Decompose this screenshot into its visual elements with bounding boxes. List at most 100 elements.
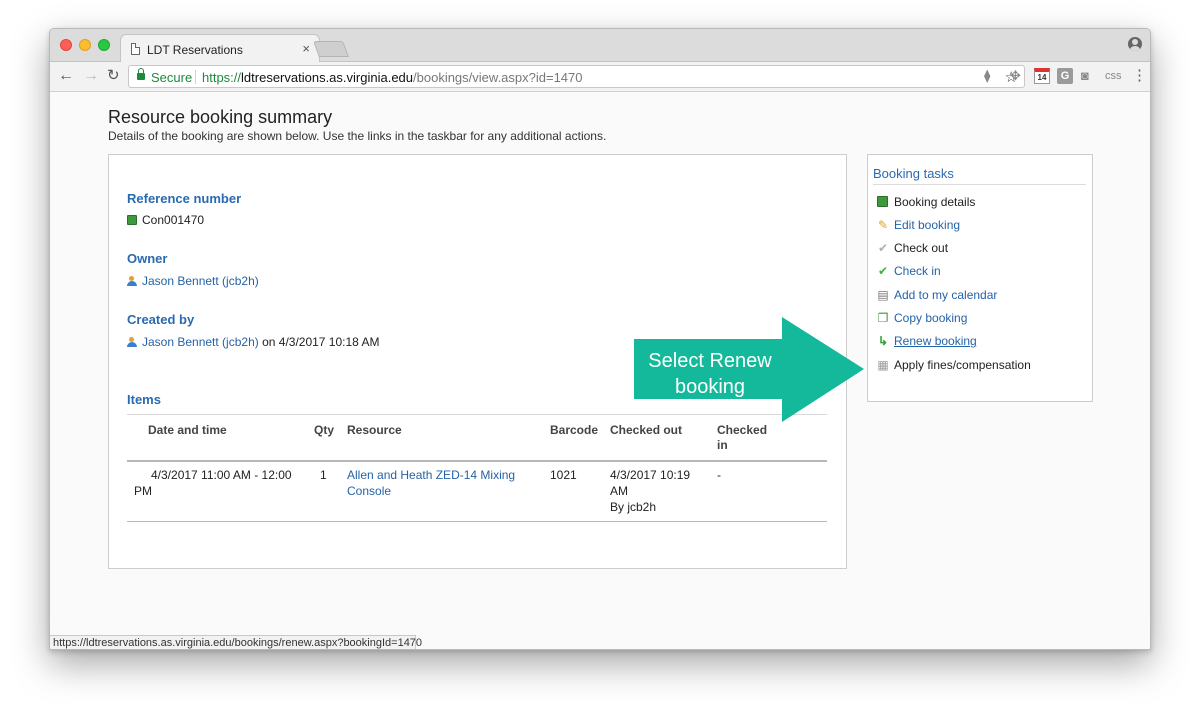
zoom-window-button[interactable]	[98, 39, 110, 51]
omnibox-separator	[195, 70, 196, 84]
page-icon	[131, 43, 140, 55]
task-label: Apply fines/compensation	[894, 358, 1031, 372]
task-label: Renew booking	[894, 334, 977, 348]
task-label: Edit booking	[894, 218, 961, 232]
cell-checked-in: -	[717, 468, 721, 482]
status-bar-url: https://ldtreservations.as.virginia.edu/…	[50, 635, 422, 649]
page-content: Resource booking summary Details of the …	[50, 92, 1150, 634]
cell-resource-line2: Console	[347, 484, 392, 498]
task-copy-booking[interactable]: ❐ Copy booking	[876, 309, 968, 327]
lock-icon	[137, 68, 145, 80]
callout-line2: booking	[674, 376, 746, 398]
task-booking-details: Booking details	[876, 193, 975, 211]
col-header-barcode: Barcode	[550, 423, 599, 437]
check-grey-icon: ✔	[877, 241, 889, 255]
cell-checked-out-line1: 4/3/2017 10:19	[610, 468, 691, 482]
css-extension-icon[interactable]: css	[1105, 68, 1122, 84]
task-label: Check in	[894, 264, 941, 278]
browser-toolbar: ← → ↻ Secure https://ldtreservations.as.…	[50, 62, 1150, 92]
browser-window: LDT Reservations × ← → ↻ Secure https://…	[49, 28, 1151, 650]
reference-value: Con001470	[127, 213, 204, 227]
booking-icon	[127, 215, 137, 225]
items-label: Items	[127, 392, 161, 407]
task-label: Check out	[894, 241, 949, 255]
close-window-button[interactable]	[60, 39, 72, 51]
address-bar[interactable]: Secure https://ldtreservations.as.virgin…	[128, 65, 1025, 88]
col-header-datetime: Date and time	[148, 423, 227, 437]
page-title: Resource booking summary	[108, 107, 333, 127]
user-icon	[127, 337, 137, 347]
reload-icon[interactable]: ↻	[107, 67, 120, 85]
callout-line1: Select Renew	[648, 350, 772, 372]
browser-tab[interactable]: LDT Reservations ×	[120, 34, 320, 63]
renew-callout-arrow: Select Renew booking	[634, 317, 868, 422]
url-path: /bookings/view.aspx?id=1470	[413, 70, 583, 85]
callout-text: Select Renew booking	[634, 348, 786, 400]
url-scheme: https://	[202, 70, 242, 85]
renew-icon: ↳	[877, 334, 889, 348]
col-header-checked-in: Checked in	[717, 423, 767, 453]
created-by-value: Jason Bennett (jcb2h) on 4/3/2017 10:18 …	[127, 335, 380, 349]
cell-resource-link[interactable]: Allen and Heath ZED-14 Mixing Console	[347, 467, 515, 499]
task-check-out: ✔ Check out	[876, 239, 948, 257]
new-tab-button[interactable]	[313, 41, 349, 57]
dropbox-icon[interactable]: ⧫	[984, 68, 990, 84]
cell-datetime-line1: 4/3/2017 11:00 AM - 12:00	[151, 468, 292, 482]
url-text[interactable]: https://ldtreservations.as.virginia.edu/…	[202, 70, 583, 85]
task-label: Add to my calendar	[894, 288, 998, 302]
url-host: ldtreservations.as.virginia.edu	[241, 70, 414, 85]
tab-strip: LDT Reservations ×	[50, 29, 1150, 63]
menu-kebab-icon[interactable]: ⋮	[1132, 68, 1147, 84]
task-label: Booking details	[894, 195, 976, 209]
cell-barcode: 1021	[550, 468, 577, 482]
task-check-in[interactable]: ✔ Check in	[876, 262, 941, 280]
table-bottom-rule	[127, 521, 827, 522]
booking-tasks-panel: Booking tasks Booking details ✎ Edit book…	[867, 154, 1093, 402]
booking-tasks-heading: Booking tasks	[873, 166, 1086, 185]
col-header-checked-in-line2: in	[717, 438, 728, 452]
task-apply-fines: ▦ Apply fines/compensation	[876, 356, 1031, 374]
col-header-resource: Resource	[347, 423, 402, 437]
table-header-rule	[127, 460, 827, 462]
owner-value: Jason Bennett (jcb2h)	[127, 274, 259, 288]
camera-extension-icon[interactable]: ◙	[1081, 68, 1089, 84]
copy-icon: ❐	[877, 311, 889, 325]
task-label: Copy booking	[894, 311, 968, 325]
col-header-checked-out: Checked out	[610, 423, 683, 437]
tab-close-button[interactable]: ×	[302, 41, 310, 56]
cell-resource-line1: Allen and Heath ZED-14 Mixing	[347, 468, 516, 482]
task-renew-booking[interactable]: ↳ Renew booking	[876, 332, 977, 350]
reference-label: Reference number	[127, 191, 242, 206]
tab-title: LDT Reservations	[147, 43, 243, 57]
cell-qty: 1	[320, 468, 327, 482]
secure-label: Secure	[151, 70, 193, 85]
move-extension-icon[interactable]: ✥	[1010, 68, 1021, 84]
cell-checked-out-line2: AM	[610, 484, 628, 498]
col-header-qty: Qty	[314, 423, 335, 437]
calendar-extension-icon[interactable]: 14	[1034, 68, 1050, 84]
user-icon	[127, 276, 137, 286]
cell-checked-out-line3: By jcb2h	[610, 500, 657, 514]
created-on-date: on 4/3/2017 10:18 AM	[258, 335, 380, 349]
reference-number: Con001470	[142, 213, 205, 227]
calendar-icon: ▤	[877, 288, 889, 302]
owner-label: Owner	[127, 251, 168, 266]
cell-datetime: 4/3/2017 11:00 AM - 12:00 PM	[134, 467, 292, 499]
check-green-icon: ✔	[877, 264, 889, 278]
created-by-link[interactable]: Jason Bennett (jcb2h)	[142, 335, 259, 349]
booking-icon	[877, 196, 888, 207]
back-arrow-icon[interactable]: ←	[58, 67, 74, 85]
minimize-window-button[interactable]	[79, 39, 91, 51]
fines-icon: ▦	[877, 358, 889, 372]
owner-link[interactable]: Jason Bennett (jcb2h)	[142, 274, 259, 288]
created-by-label: Created by	[127, 312, 195, 327]
task-edit-booking[interactable]: ✎ Edit booking	[876, 216, 960, 234]
forward-arrow-icon[interactable]: →	[83, 67, 99, 85]
task-add-to-calendar[interactable]: ▤ Add to my calendar	[876, 286, 997, 304]
pencil-icon: ✎	[877, 218, 889, 232]
cell-checked-out: 4/3/2017 10:19 AM By jcb2h	[610, 467, 690, 515]
cell-datetime-line2: PM	[134, 484, 152, 498]
page-subtitle: Details of the booking are shown below. …	[108, 129, 607, 143]
g-extension-icon[interactable]: G	[1057, 68, 1073, 84]
profile-icon[interactable]	[1128, 37, 1142, 51]
